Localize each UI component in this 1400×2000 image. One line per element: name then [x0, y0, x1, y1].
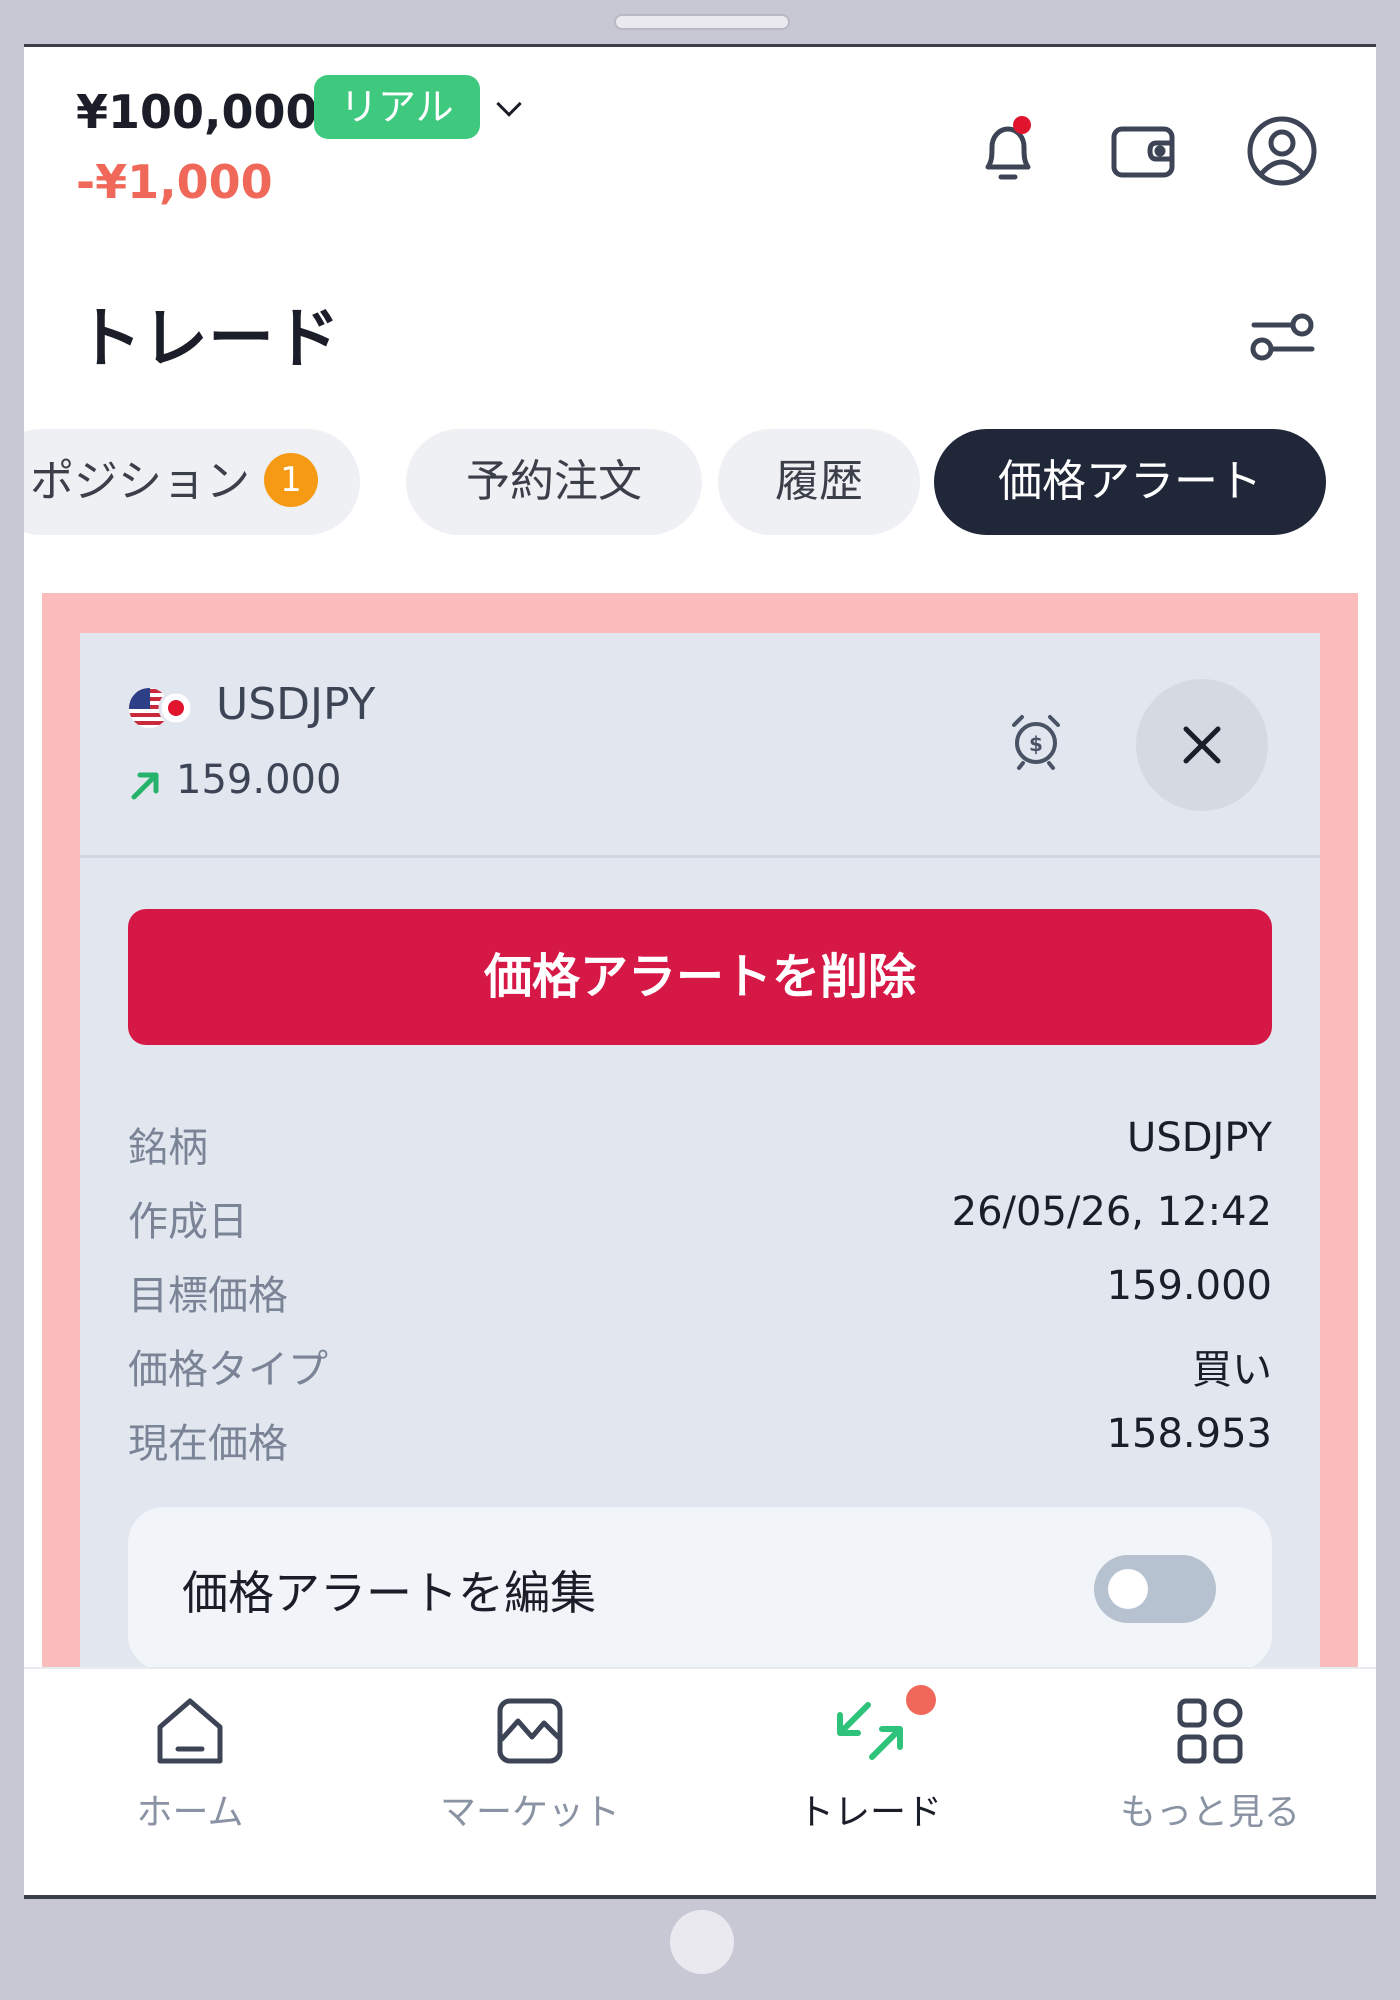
tab-price-alerts[interactable]: 価格アラート [934, 429, 1326, 535]
detail-value-current-price: 158.953 [1106, 1411, 1272, 1457]
bell-icon[interactable] [968, 111, 1048, 191]
settings-sliders-icon[interactable] [1242, 297, 1322, 377]
nav-more[interactable]: もっと見る [1060, 1689, 1360, 1835]
tab-pending-orders[interactable]: 予約注文 [406, 429, 702, 535]
alert-symbol: USDJPY [216, 679, 376, 730]
nav-trade[interactable]: トレード [720, 1685, 1020, 1835]
card-divider [80, 855, 1320, 858]
detail-label-price-type: 価格タイプ [128, 1347, 328, 1393]
device-home-button[interactable] [670, 1910, 734, 1974]
positions-count-badge: 1 [264, 453, 318, 507]
trade-arrows-icon [837, 1702, 903, 1760]
nav-market[interactable]: マーケット [380, 1689, 680, 1835]
detail-label-target-price: 目標価格 [128, 1273, 288, 1319]
tab-history-label: 履歴 [775, 456, 863, 507]
delete-alert-button[interactable]: 価格アラートを削除 [128, 909, 1272, 1045]
usdjpy-flag-icon [129, 688, 194, 728]
tablet-frame: ¥100,000 リアル -¥1,000 トレード ポジション 1 予約注文 履… [0, 0, 1400, 2000]
screen-edge [24, 1895, 1376, 1899]
nav-market-label: マーケット [439, 1792, 620, 1833]
detail-label-created: 作成日 [128, 1199, 248, 1245]
home-icon [157, 1698, 223, 1764]
close-icon [1183, 726, 1221, 764]
page-title: トレード [76, 300, 340, 377]
nav-trade-label: トレード [797, 1792, 942, 1833]
alarm-clock-dollar-icon: $ [1012, 715, 1060, 770]
detail-value-target-price: 159.000 [1106, 1263, 1272, 1309]
user-profile-icon[interactable] [1242, 111, 1322, 191]
toggle-knob [1108, 1569, 1148, 1609]
more-grid-icon [1177, 1698, 1243, 1764]
market-chart-icon [497, 1698, 563, 1764]
tab-positions-label: ポジション [30, 456, 250, 507]
account-type-badge[interactable]: リアル [314, 75, 480, 139]
detail-value-price-type: 買い [1192, 1347, 1272, 1393]
chevron-down-icon[interactable] [496, 91, 522, 117]
tab-pending-orders-label: 予約注文 [466, 456, 642, 507]
bottom-navigation: ホーム マーケット トレード もっと見る [24, 1667, 1376, 1899]
nav-home[interactable]: ホーム [40, 1689, 340, 1835]
edit-alert-row: 価格アラートを編集 [128, 1507, 1272, 1669]
device-speaker [614, 14, 790, 30]
tab-price-alerts-label: 価格アラート [998, 456, 1262, 507]
tab-history[interactable]: 履歴 [718, 429, 920, 535]
detail-label-current-price: 現在価格 [128, 1421, 288, 1467]
nav-trade-badge-dot [906, 1685, 936, 1715]
detail-label-symbol: 銘柄 [128, 1125, 208, 1171]
tab-positions[interactable]: ポジション 1 [24, 429, 360, 535]
account-balance: ¥100,000 [76, 85, 318, 139]
close-button[interactable] [1136, 679, 1268, 811]
detail-value-created: 26/05/26, 12:42 [951, 1189, 1272, 1235]
wallet-icon[interactable] [1104, 111, 1184, 191]
nav-more-label: もっと見る [1119, 1792, 1300, 1833]
detail-value-symbol: USDJPY [1127, 1115, 1272, 1161]
price-alert-card: USDJPY 159.000 $ 価格アラートを削除 銘柄 USDJPY 作成日… [80, 633, 1320, 1669]
alert-target-price: 159.000 [176, 757, 342, 803]
arrow-up-right-icon [131, 772, 159, 800]
profit-loss: -¥1,000 [76, 155, 273, 209]
app-screen: ¥100,000 リアル -¥1,000 トレード ポジション 1 予約注文 履… [24, 44, 1376, 1899]
svg-text:$: $ [1029, 732, 1043, 756]
edit-alert-label: 価格アラートを編集 [182, 1566, 596, 1620]
nav-home-label: ホーム [136, 1792, 244, 1833]
edit-alert-toggle[interactable] [1094, 1555, 1216, 1623]
